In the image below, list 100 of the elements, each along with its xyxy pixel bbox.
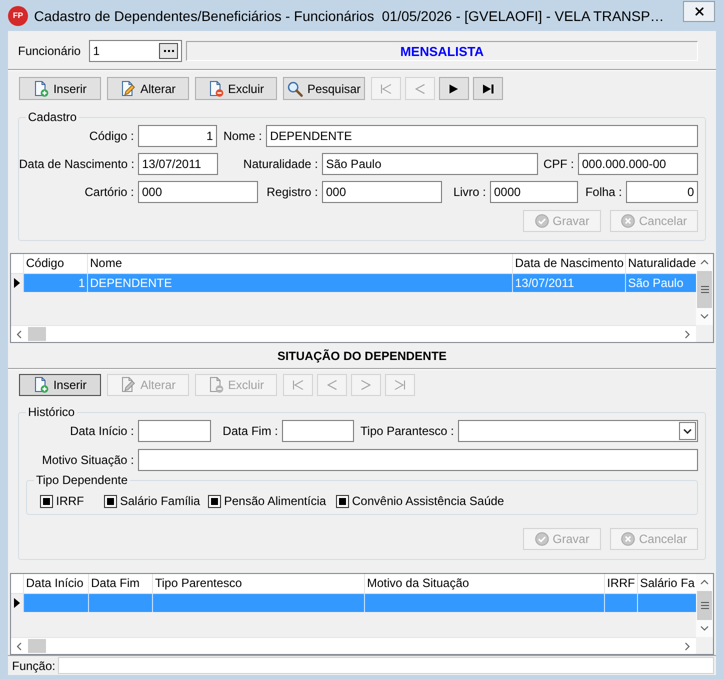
- table-cell: 13/07/2011: [513, 274, 626, 292]
- chevron-left-icon[interactable]: [15, 330, 24, 338]
- document-plus-icon: [33, 80, 50, 96]
- checkbox-label: Convênio Assistência Saúde: [352, 494, 504, 508]
- chevron-right-icon[interactable]: [683, 642, 692, 650]
- checkbox[interactable]: [336, 494, 349, 508]
- delete-button[interactable]: Excluir: [195, 77, 277, 100]
- employee-field[interactable]: 1: [89, 40, 182, 62]
- column-header[interactable]: Motivo da Situação: [365, 574, 605, 593]
- chevron-down-icon[interactable]: [700, 312, 709, 321]
- app-logo: FP: [8, 6, 28, 26]
- dropdown-button[interactable]: [679, 422, 696, 440]
- triangle-left-icon: [415, 84, 425, 94]
- document-minus-icon: [208, 377, 224, 393]
- insert-button[interactable]: Inserir: [19, 374, 101, 396]
- close-circle-icon: [620, 532, 635, 546]
- last-record-button[interactable]: [473, 77, 503, 100]
- column-header[interactable]: IRRF: [605, 574, 638, 593]
- triangle-right-icon: [361, 380, 371, 390]
- horizontal-scrollbar[interactable]: [11, 637, 696, 654]
- vertical-scrollbar[interactable]: [696, 254, 713, 325]
- search-icon: [287, 80, 304, 96]
- insert-button[interactable]: Inserir: [19, 77, 101, 100]
- input-field[interactable]: 1: [138, 125, 217, 147]
- triangle-left-icon: [327, 380, 337, 390]
- input-field[interactable]: 000.000.000-00: [578, 153, 698, 175]
- input-field[interactable]: [138, 420, 211, 442]
- field-label: Motivo Situação :: [40, 453, 135, 467]
- document-plus-icon: [33, 377, 50, 393]
- input-field[interactable]: 0: [626, 181, 698, 203]
- table-cell: 1: [24, 274, 88, 292]
- column-header[interactable]: Data Início: [24, 574, 89, 593]
- field-label: Código :: [88, 129, 135, 143]
- checkbox[interactable]: [40, 494, 53, 508]
- group-title: Histórico: [27, 405, 76, 419]
- scrollbar-thumb[interactable]: [697, 271, 712, 308]
- status-label: Função:: [11, 658, 56, 672]
- function-field[interactable]: [58, 657, 714, 674]
- column-header[interactable]: Data Fim: [89, 574, 153, 593]
- field-label: Nome :: [222, 129, 263, 143]
- input-field[interactable]: São Paulo: [322, 153, 538, 175]
- checkbox-label: Pensão Alimentícia: [224, 494, 326, 508]
- window-title: Cadastro de Dependentes/Beneficiários - Funcionários 01/05/2026 - [GVELAOFI] - VELA TRANSP…: [34, 8, 664, 24]
- chevron-left-icon[interactable]: [15, 642, 24, 650]
- group-title: Tipo Dependente: [35, 473, 129, 487]
- field-label: Data de Nascimento :: [19, 157, 136, 171]
- skip-start-icon: [292, 380, 304, 390]
- input-field[interactable]: [282, 420, 354, 442]
- check-circle-icon: [534, 532, 549, 546]
- close-circle-icon: [620, 214, 635, 228]
- vertical-scrollbar[interactable]: [696, 574, 713, 637]
- category-display: MENSALISTA: [186, 41, 698, 61]
- input-field[interactable]: 000: [322, 181, 442, 203]
- field-label: Registro :: [266, 185, 319, 199]
- chevron-down-icon[interactable]: [700, 624, 709, 633]
- triangle-right-icon: [449, 84, 459, 94]
- table-cell: DEPENDENTE: [88, 274, 513, 292]
- field-label: Livro :: [452, 185, 487, 199]
- column-header[interactable]: Nome: [88, 254, 513, 273]
- scrollbar-thumb[interactable]: [28, 639, 46, 653]
- field-label: Tipo Parantesco :: [359, 424, 455, 438]
- close-button[interactable]: [683, 1, 715, 22]
- field-label: Cartório :: [84, 185, 135, 199]
- search-button[interactable]: Pesquisar: [283, 77, 365, 100]
- column-header[interactable]: Código: [24, 254, 88, 273]
- input-field[interactable]: 0000: [490, 181, 578, 203]
- section-title: SITUAÇÃO DO DEPENDENTE: [277, 348, 447, 364]
- ellipsis-button[interactable]: [159, 43, 178, 59]
- input-field[interactable]: 000: [138, 181, 258, 203]
- next-record-button[interactable]: [439, 77, 469, 100]
- horizontal-scrollbar[interactable]: [11, 325, 696, 342]
- field-label: Data Início :: [68, 424, 135, 438]
- skip-end-icon: [394, 380, 406, 390]
- checkbox[interactable]: [104, 494, 117, 508]
- edit-button[interactable]: Alterar: [107, 77, 189, 100]
- pencil-document-icon: [120, 377, 136, 393]
- column-header[interactable]: Data de Nascimento: [513, 254, 626, 273]
- column-header[interactable]: Tipo Parentesco: [153, 574, 365, 593]
- row-pointer-icon: [14, 278, 20, 288]
- input-field[interactable]: [138, 449, 698, 471]
- field-label: Naturalidade :: [242, 157, 319, 171]
- skip-end-icon: [482, 84, 494, 94]
- pencil-document-icon: [120, 80, 136, 96]
- scrollbar-thumb[interactable]: [697, 591, 712, 620]
- row-pointer-icon: [14, 598, 20, 608]
- grip-icon: [700, 286, 708, 293]
- chevron-right-icon[interactable]: [683, 330, 692, 338]
- chevron-down-icon: [683, 428, 692, 434]
- skip-start-icon: [380, 84, 392, 94]
- chevron-up-icon[interactable]: [700, 258, 709, 267]
- checkbox-label: Salário Família: [120, 494, 200, 508]
- checkbox[interactable]: [208, 494, 221, 508]
- field-label: Funcionário: [18, 44, 82, 58]
- chevron-up-icon[interactable]: [700, 578, 709, 587]
- checkbox-label: IRRF: [56, 494, 84, 508]
- input-field[interactable]: DEPENDENTE: [266, 125, 698, 147]
- input-field[interactable]: 13/07/2011: [138, 153, 218, 175]
- scrollbar-thumb[interactable]: [28, 327, 46, 341]
- dropdown-field[interactable]: [458, 420, 698, 442]
- grip-icon: [700, 602, 708, 609]
